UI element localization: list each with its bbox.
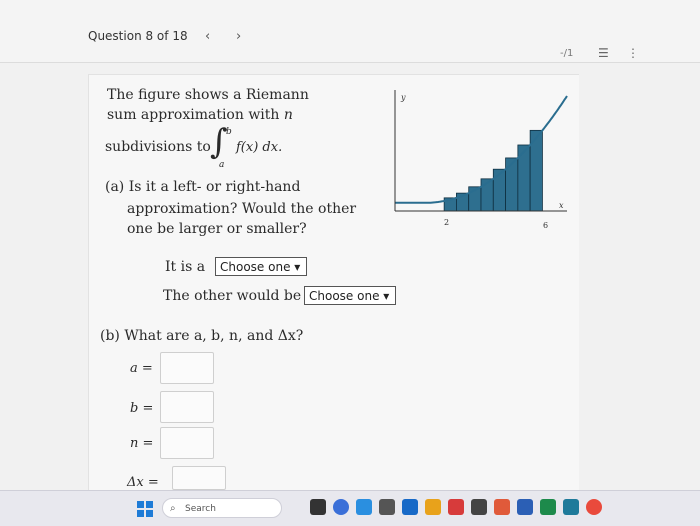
chat-icon[interactable] — [333, 499, 349, 515]
question-counter: Question 8 of 18 — [88, 29, 188, 43]
more-options-icon[interactable]: ⋮ — [627, 46, 639, 60]
camera-icon[interactable] — [379, 499, 395, 515]
integrand: f(x) dx. — [236, 140, 283, 155]
b-answer-field[interactable] — [160, 391, 214, 423]
part-a-line3: one be larger or smaller? — [127, 221, 307, 237]
question-text-line1: The figure shows a Riemann — [107, 87, 309, 103]
integral-upper-limit: b — [226, 127, 232, 137]
question-text-line2: sum approximation with n — [107, 107, 293, 123]
integral-lower-limit: a — [219, 160, 225, 170]
chrome-icon[interactable] — [586, 499, 602, 515]
taskbar-search[interactable]: ⌕ Search — [162, 498, 282, 518]
a-answer-field[interactable] — [160, 352, 214, 384]
teams-icon[interactable] — [563, 499, 579, 515]
part-a-line1: (a) Is it a left- or right-hand — [105, 179, 301, 195]
app-icon-orange[interactable] — [494, 499, 510, 515]
browser-screen: Question 8 of 18 ‹ › -/1 ☰ ⋮ The figure … — [0, 0, 700, 495]
outlook-icon[interactable] — [402, 499, 418, 515]
other-would-be-label: The other would be — [163, 288, 302, 304]
word-icon[interactable] — [517, 499, 533, 515]
previous-question-button[interactable]: ‹ — [205, 29, 210, 44]
y-axis-label: y — [400, 93, 406, 102]
question-text-line3: subdivisions to — [105, 139, 211, 155]
edge-icon[interactable] — [356, 499, 372, 515]
part-a-line2: approximation? Would the other — [127, 201, 357, 217]
n-label: n = — [130, 436, 154, 451]
question-header: Question 8 of 18 ‹ › -/1 ☰ ⋮ — [0, 0, 700, 63]
riemann-rectangle-6 — [505, 157, 519, 212]
x-tick-2: 2 — [444, 218, 449, 227]
app-icon-red[interactable] — [448, 499, 464, 515]
a-label: a = — [130, 361, 153, 376]
b-label: b = — [130, 401, 154, 416]
explorer-icon[interactable] — [425, 499, 441, 515]
store-icon[interactable] — [471, 499, 487, 515]
variable-n: n — [283, 107, 293, 123]
taskview-icon[interactable] — [310, 499, 326, 515]
part-b-prompt: (b) What are a, b, n, and Δx? — [100, 328, 304, 344]
windows-start-icon[interactable] — [137, 501, 153, 517]
excel-icon[interactable] — [540, 499, 556, 515]
windows-taskbar: ⌕ Search — [0, 490, 700, 526]
question-text-line2-prefix: sum approximation with — [107, 107, 284, 123]
next-question-button[interactable]: › — [236, 29, 241, 44]
it-is-label: It is a — [165, 259, 206, 275]
comparison-dropdown[interactable]: Choose one ▾ — [304, 286, 396, 305]
riemann-rectangles — [443, 129, 543, 212]
delta-x-answer-field[interactable] — [172, 466, 226, 490]
delta-x-label: Δx = — [127, 475, 159, 490]
x-axis-label: x — [559, 201, 564, 210]
approximation-type-dropdown[interactable]: Choose one ▾ — [215, 257, 307, 276]
search-text: Search — [185, 504, 216, 514]
riemann-rectangle-5 — [492, 168, 506, 212]
riemann-sum-graph: y x 2 6 — [394, 90, 568, 230]
score-display: -/1 — [560, 48, 574, 59]
search-icon: ⌕ — [170, 503, 176, 514]
list-icon[interactable]: ☰ — [598, 46, 609, 60]
x-tick-6: 6 — [543, 221, 548, 230]
n-answer-field[interactable] — [160, 427, 214, 459]
